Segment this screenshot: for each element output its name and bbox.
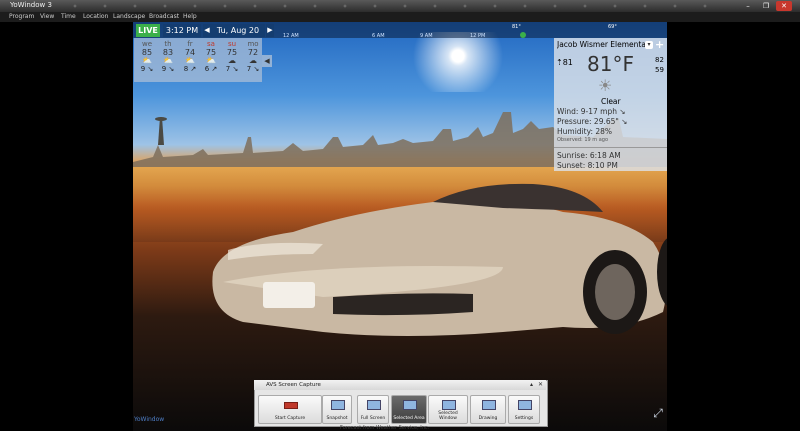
capture-button-icon xyxy=(284,402,298,409)
add-location-button[interactable]: + xyxy=(655,38,664,51)
location-name[interactable]: Jacob Wismer Elementa xyxy=(557,40,647,49)
forecast-day[interactable]: sa 75 ⛅ 6 ↗ xyxy=(200,38,222,82)
condition-text: Clear xyxy=(601,97,621,106)
capture-button-icon xyxy=(442,400,456,410)
car-image xyxy=(212,183,667,336)
forecast-wind: 8 ↗ xyxy=(183,65,197,73)
location-dropdown-icon[interactable]: ▾ xyxy=(645,41,653,49)
sun-icon: ☀ xyxy=(598,76,613,95)
title-bar-texture xyxy=(60,3,720,9)
sunset-readout: Sunset: 8:10 PM xyxy=(557,161,618,170)
capture-button-label: Full Screen xyxy=(360,416,386,421)
forecast-day[interactable]: su 75 ☁ 7 ↘ xyxy=(221,38,243,82)
menu-broadcast[interactable]: Broadcast xyxy=(149,13,179,20)
capture-button-label: Settings xyxy=(514,416,534,421)
current-date[interactable]: Tu, Aug 20 xyxy=(211,24,265,37)
partly-cloudy-icon: ⛅ xyxy=(163,56,173,65)
start-capture-button[interactable]: Start Capture xyxy=(258,395,322,424)
forecast-day-label: su xyxy=(227,40,237,48)
forecast-day-label: th xyxy=(164,40,172,48)
low-temperature: 59 xyxy=(655,66,664,74)
capture-button-icon xyxy=(482,400,496,410)
humidity-readout: Humidity: 28% xyxy=(557,127,613,136)
forecast-day-label: sa xyxy=(207,40,215,48)
next-day-arrow-icon[interactable]: ▶ xyxy=(266,24,274,37)
timeline-tick: 9 AM xyxy=(420,33,433,39)
capture-close-icon[interactable]: ✕ xyxy=(538,381,543,388)
maximize-button[interactable]: ❐ xyxy=(758,1,774,11)
capture-button-label: Snapshot xyxy=(326,416,348,421)
capture-button-icon xyxy=(518,400,532,410)
forecast-wind: 7 ↘ xyxy=(225,65,239,73)
live-button[interactable]: LIVE xyxy=(136,24,160,37)
wind-readout: Wind: 9-17 mph ↘ xyxy=(557,107,626,116)
forecast-source-note: Forecast from Weather Service, Inc. xyxy=(340,425,430,431)
capture-button-icon xyxy=(331,400,345,410)
timeline-temp-label: 69° xyxy=(608,24,617,30)
menu-landscape[interactable]: Landscape xyxy=(113,13,145,20)
temperature-trend: ⇡81 xyxy=(556,58,573,67)
full-screen-button[interactable]: Full Screen xyxy=(357,395,389,424)
close-button[interactable]: ✕ xyxy=(776,1,792,11)
capture-button-icon xyxy=(403,400,417,410)
forecast-day-label: we xyxy=(141,40,153,48)
screen-capture-title: AVS Screen Capture xyxy=(266,382,321,388)
forecast-day[interactable]: we 85 ⛅ 9 ↘ xyxy=(136,38,158,82)
menu-help[interactable]: Help xyxy=(183,13,197,20)
fullscreen-icon[interactable]: ⤢ xyxy=(651,406,665,420)
forecast-wind: 9 ↘ xyxy=(140,65,154,73)
capture-button-label: Start Capture xyxy=(274,416,306,421)
capture-button-label: Drawing xyxy=(478,416,498,421)
menu-view[interactable]: View xyxy=(40,13,54,20)
menu-program[interactable]: Program xyxy=(9,13,34,20)
sunrise-readout: Sunrise: 6:18 AM xyxy=(557,151,621,160)
forecast-day-label: mo xyxy=(247,40,259,48)
menu-time[interactable]: Time xyxy=(61,13,76,20)
timeline-current-marker[interactable] xyxy=(520,32,526,38)
forecast-day[interactable]: fr 74 ⛅ 8 ↗ xyxy=(179,38,201,82)
forecast-day[interactable]: mo 72 ☁ 7 ↘ xyxy=(242,38,264,82)
panel-divider xyxy=(554,147,667,148)
previous-day-arrow-icon[interactable]: ◀ xyxy=(203,24,211,37)
pressure-readout: Pressure: 29.65" ↘ xyxy=(557,117,628,126)
timeline-tick: 6 AM xyxy=(372,33,385,39)
cloud-icon: ☁ xyxy=(249,56,257,65)
cloud-icon: ☁ xyxy=(228,56,236,65)
screen-capture-titlebar[interactable]: AVS Screen Capture xyxy=(254,380,546,390)
current-temperature: 81°F xyxy=(587,52,634,76)
timeline-tick: 12 PM xyxy=(470,33,486,39)
timeline-tick: 12 AM xyxy=(283,33,299,39)
drawing-button[interactable]: Drawing xyxy=(470,395,506,424)
timeline-temp-label: 81° xyxy=(512,24,521,30)
forecast-day-label: fr xyxy=(187,40,193,48)
current-time[interactable]: 3:12 PM xyxy=(163,24,201,37)
forecast-wind: 6 ↗ xyxy=(204,65,218,73)
sun-glare xyxy=(413,32,503,92)
partly-cloudy-icon: ⛅ xyxy=(185,56,195,65)
menu-location[interactable]: Location xyxy=(83,13,108,20)
capture-button-label: Selected Window xyxy=(438,411,458,421)
selected-area-button[interactable]: Selected Area xyxy=(391,395,427,424)
title-bar: YoWindow 3 xyxy=(0,0,800,12)
settings-button[interactable]: Settings xyxy=(508,395,540,424)
forecast-wind: 7 ↘ xyxy=(246,65,260,73)
snapshot-button[interactable]: Snapshot xyxy=(322,395,352,424)
selected-window-button[interactable]: Selected Window xyxy=(428,395,468,424)
forecast-wind: 9 ↘ xyxy=(161,65,175,73)
yowindow-brand[interactable]: YoWindow xyxy=(134,416,164,423)
partly-cloudy-icon: ⛅ xyxy=(142,56,152,65)
window-title: YoWindow 3 xyxy=(10,1,52,9)
pin-icon[interactable]: ▴ xyxy=(530,381,533,388)
observed-time: Observed: 19 m ago xyxy=(557,137,609,143)
minimize-button[interactable]: – xyxy=(740,1,756,11)
capture-button-icon xyxy=(367,400,381,410)
capture-button-label: Selected Area xyxy=(393,416,425,421)
forecast-day[interactable]: th 83 ⛅ 9 ↘ xyxy=(157,38,179,82)
high-temperature: 82 xyxy=(655,56,664,64)
partly-cloudy-icon: ⛅ xyxy=(206,56,216,65)
